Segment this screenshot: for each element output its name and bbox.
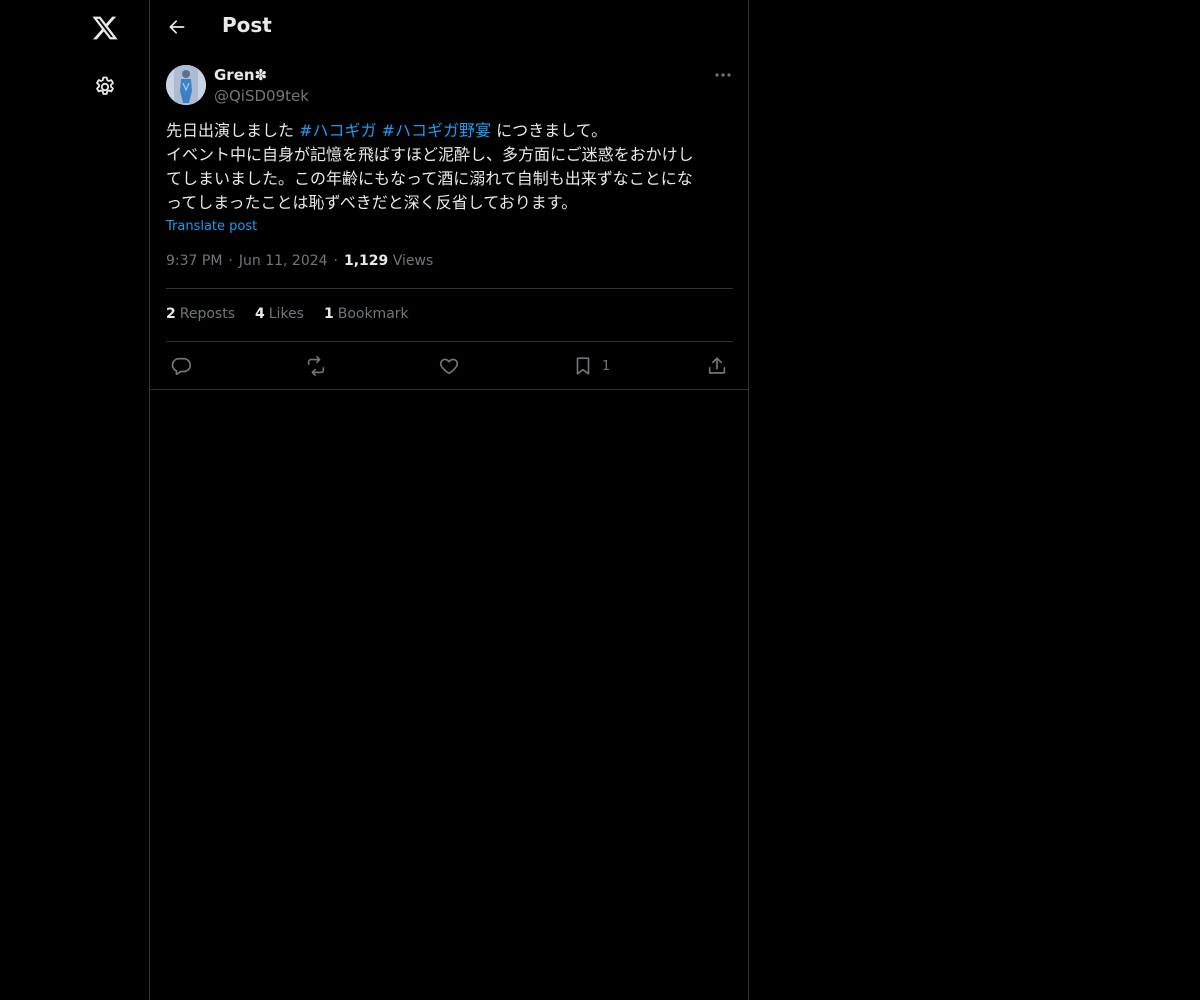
heart-icon bbox=[439, 358, 459, 375]
repost-icon bbox=[307, 356, 325, 376]
avatar[interactable] bbox=[166, 65, 206, 105]
more-dots-icon bbox=[715, 73, 731, 77]
page-header: Post bbox=[150, 0, 748, 53]
action-bar: 1 bbox=[166, 352, 734, 380]
back-button[interactable] bbox=[160, 10, 194, 44]
bookmark-button[interactable]: 1 bbox=[572, 352, 610, 380]
post-line: 先日出演しました #ハコギガ #ハコギガ野宴 につきまして。 bbox=[166, 121, 608, 140]
page-title: Post bbox=[222, 13, 272, 37]
reply-icon bbox=[171, 357, 191, 376]
post-line: イベント中に自身が記憶を飛ばすほど泥酔し、多方面にご迷惑をおかけし bbox=[166, 145, 694, 164]
arrow-left-icon bbox=[169, 20, 185, 34]
more-options-button[interactable] bbox=[710, 64, 736, 86]
left-sidebar bbox=[0, 0, 149, 1000]
repost-button[interactable] bbox=[304, 352, 328, 380]
views-count: 1,129 bbox=[344, 253, 389, 269]
hashtag-link[interactable]: #ハコギガ野宴 bbox=[382, 121, 491, 140]
main-column: Post Gren✽ @QiSD09tek 先日出演しました #ハコギガ #ハコ… bbox=[149, 0, 749, 1000]
post-line: てしまいました。この年齢にもなって酒に溺れて自制も出来ずなことにな bbox=[166, 169, 693, 188]
author-name[interactable]: Gren✽ bbox=[214, 66, 267, 84]
views-label: Views bbox=[392, 253, 434, 269]
bookmarks-stat[interactable]: 1 Bookmark bbox=[324, 306, 409, 322]
reply-button[interactable] bbox=[170, 352, 192, 380]
like-button[interactable] bbox=[438, 352, 460, 380]
author-handle[interactable]: @QiSD09tek bbox=[214, 87, 309, 105]
bookmark-count: 1 bbox=[602, 358, 611, 374]
reposts-stat[interactable]: 2 Reposts bbox=[166, 306, 235, 322]
gear-icon[interactable] bbox=[83, 65, 127, 109]
divider bbox=[150, 389, 748, 390]
divider bbox=[166, 341, 733, 342]
x-logo-icon[interactable] bbox=[83, 6, 127, 50]
engagement-stats: 2 Reposts 4 Likes 1 Bookmark bbox=[166, 306, 409, 322]
bookmark-icon bbox=[576, 357, 590, 375]
share-icon bbox=[708, 357, 726, 374]
translate-post-link[interactable]: Translate post bbox=[166, 219, 257, 234]
post-time[interactable]: 9:37 PM bbox=[166, 253, 222, 269]
hashtag-link[interactable]: #ハコギガ bbox=[299, 121, 376, 140]
post-metadata: 9:37 PM · Jun 11, 2024 · 1,129 Views bbox=[166, 253, 434, 269]
post-line: ってしまったことは恥ずべきだと深く反省しております。 bbox=[166, 193, 578, 212]
divider bbox=[166, 288, 733, 289]
post-text: 先日出演しました #ハコギガ #ハコギガ野宴 につきまして。 イベント中に自身が… bbox=[166, 119, 734, 215]
share-button[interactable] bbox=[706, 352, 728, 380]
post-date[interactable]: Jun 11, 2024 bbox=[239, 253, 328, 269]
likes-stat[interactable]: 4 Likes bbox=[255, 306, 304, 322]
